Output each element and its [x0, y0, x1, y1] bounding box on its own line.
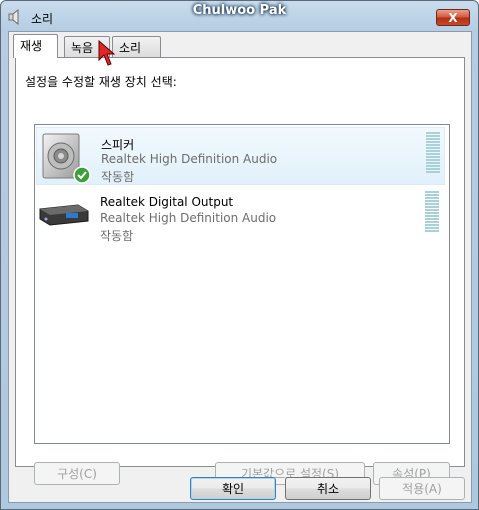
device-item-speaker[interactable]: 스피커 Realtek High Definition Audio 작동함	[36, 127, 445, 185]
device-list[interactable]: 스피커 Realtek High Definition Audio 작동함 Re…	[34, 124, 450, 444]
button-label: 확인	[221, 482, 245, 496]
dialog-client-area: 재생 녹음 소리 설정을 수정할 재생 장치 선택: 스피커 Realtek H…	[8, 31, 472, 503]
cancel-button[interactable]: 취소	[285, 477, 371, 500]
device-status: 작동함	[101, 170, 135, 184]
device-status: 작동함	[100, 229, 134, 243]
playback-panel: 설정을 수정할 재생 장치 선택: 스피커 Realtek High Defin…	[15, 57, 465, 485]
instruction-text: 설정을 수정할 재생 장치 선택:	[25, 75, 177, 89]
button-label: 적용(A)	[402, 482, 442, 496]
volume-meter	[425, 191, 439, 235]
button-label: 취소	[316, 482, 340, 496]
tab-label: 소리	[119, 41, 142, 55]
device-driver: Realtek High Definition Audio	[100, 211, 277, 225]
mouse-cursor-icon	[98, 40, 116, 66]
tab-label: 재생	[20, 39, 43, 53]
device-name: Realtek Digital Output	[100, 195, 234, 209]
tab-sounds[interactable]: 소리	[112, 36, 161, 57]
volume-meter	[426, 132, 440, 176]
digital-output-icon	[39, 204, 89, 226]
configure-button[interactable]: 구성(C)	[34, 462, 120, 485]
default-check-icon	[73, 166, 91, 184]
button-label: 구성(C)	[57, 467, 97, 481]
close-icon: X	[448, 10, 458, 25]
user-name-label: Chulwoo Pak	[192, 3, 287, 18]
device-item-digital-output[interactable]: Realtek Digital Output Realtek High Defi…	[36, 187, 445, 245]
title-bar[interactable]: 소리 Chulwoo Pak X	[1, 1, 478, 31]
device-driver: Realtek High Definition Audio	[101, 152, 278, 166]
device-name: 스피커	[101, 138, 135, 152]
ok-button[interactable]: 확인	[190, 477, 276, 500]
sound-dialog: 소리 Chulwoo Pak X 재생 녹음 소리 설정을 수정할 재생 장치 …	[0, 0, 479, 510]
apply-button[interactable]: 적용(A)	[379, 477, 465, 500]
tab-label: 녹음	[71, 41, 94, 55]
tab-playback[interactable]: 재생	[13, 34, 58, 58]
close-button[interactable]: X	[436, 9, 470, 26]
